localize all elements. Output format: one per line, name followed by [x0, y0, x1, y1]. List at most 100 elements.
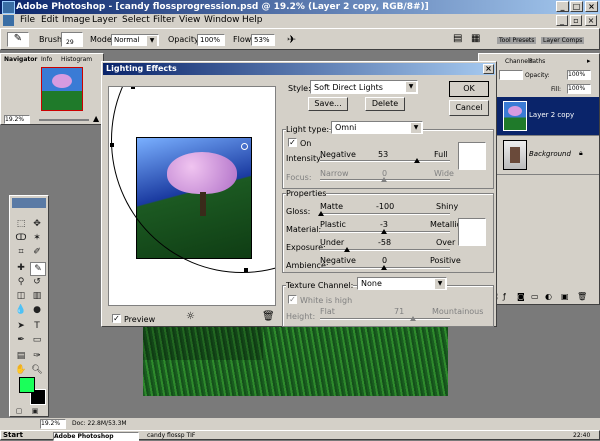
tab-navigator[interactable]: Navigator	[4, 56, 37, 63]
maximize-button[interactable]: □	[570, 1, 583, 12]
eyedropper-tool-icon[interactable]: ✑	[30, 350, 44, 362]
light-handle-left[interactable]	[110, 143, 114, 147]
layer-fill-input[interactable]: 100%	[567, 84, 591, 94]
texture-channel-select[interactable]: None ▼	[357, 277, 447, 290]
material-slider-thumb[interactable]	[381, 229, 387, 234]
taskbar-item-tif[interactable]: candy flossp TIF	[147, 432, 195, 439]
crop-tool-icon[interactable]: ⌗	[14, 246, 28, 258]
preview-area[interactable]	[108, 86, 276, 306]
start-button[interactable]: Start	[3, 431, 23, 439]
light-handle-bottom[interactable]	[244, 268, 248, 272]
doc-restore-button[interactable]: ▫	[570, 15, 582, 26]
light-handle-top[interactable]	[131, 87, 135, 89]
eraser-tool-icon[interactable]: ◫	[14, 290, 28, 302]
new-layer-icon[interactable]: ▣	[561, 292, 569, 301]
ambience-slider-thumb[interactable]	[381, 265, 387, 270]
intensity-track[interactable]	[320, 160, 450, 162]
close-button[interactable]: ×	[585, 1, 598, 12]
intensity-slider-thumb[interactable]	[414, 158, 420, 163]
layer-opacity-input[interactable]: 100%	[567, 70, 591, 80]
menu-image[interactable]: Image	[62, 15, 90, 25]
exposure-track[interactable]	[320, 249, 450, 251]
cancel-button[interactable]: Cancel	[449, 100, 489, 116]
height-slider-thumb[interactable]	[410, 316, 416, 321]
tab-paths[interactable]: Paths	[529, 58, 545, 65]
tab-tool-presets[interactable]: Tool Presets	[497, 37, 537, 44]
foreground-color-swatch[interactable]	[19, 377, 35, 393]
menu-view[interactable]: View	[179, 15, 200, 25]
menu-edit[interactable]: Edit	[41, 15, 58, 25]
type-tool-icon[interactable]: T	[30, 320, 44, 332]
minimize-button[interactable]: _	[556, 1, 569, 12]
menu-help[interactable]: Help	[242, 15, 263, 25]
dialog-close-button[interactable]: ×	[483, 64, 494, 74]
brush-preset-picker[interactable]: 29	[61, 32, 83, 47]
move-tool-icon[interactable]: ✥	[30, 218, 44, 230]
on-checkbox[interactable]: ✓	[288, 138, 297, 147]
menu-select[interactable]: Select	[122, 15, 150, 25]
airbrush-icon[interactable]: ✈	[287, 33, 296, 46]
zoom-value[interactable]: 19.2%	[4, 115, 30, 124]
doc-close-button[interactable]: ×	[585, 15, 597, 26]
light-color-swatch[interactable]	[458, 142, 486, 170]
menu-file[interactable]: File	[20, 15, 35, 25]
trash-icon[interactable]: 🗑︎	[262, 311, 275, 322]
clone-stamp-tool-icon[interactable]: ⚲	[14, 276, 28, 288]
healing-tool-icon[interactable]: ✚	[14, 262, 28, 274]
mask-icon[interactable]: ◙	[517, 292, 525, 301]
gloss-track[interactable]	[320, 213, 450, 215]
opacity-input[interactable]: 100%	[197, 34, 225, 46]
layer-row-layer-2-copy[interactable]: 👁︎ Layer 2 copy	[481, 97, 599, 136]
magic-wand-tool-icon[interactable]: ✶	[30, 232, 44, 244]
mode-select[interactable]: Normal ▼	[111, 34, 159, 46]
history-brush-tool-icon[interactable]: ↺	[30, 276, 44, 288]
blend-mode-select[interactable]	[499, 70, 523, 80]
layer-style-icon[interactable]: ƒ	[503, 292, 506, 301]
light-type-select[interactable]: Omni ▼	[331, 121, 423, 134]
hand-tool-icon[interactable]: ✋	[14, 364, 28, 376]
ok-button[interactable]: OK	[449, 81, 489, 97]
marquee-tool-icon[interactable]: ⬚	[14, 218, 28, 230]
set-icon[interactable]: ▭	[531, 292, 539, 301]
gloss-slider-thumb[interactable]	[318, 211, 324, 216]
save-button[interactable]: Save...	[308, 97, 348, 111]
navigator-thumbnail[interactable]	[41, 67, 83, 111]
file-browser-icon[interactable]: ▤	[453, 33, 462, 44]
light-bulb-icon[interactable]: ☼	[186, 311, 195, 322]
palette-well-icon[interactable]: ▦	[471, 33, 480, 44]
path-selection-tool-icon[interactable]: ➤	[14, 320, 28, 332]
adjustment-icon[interactable]: ◐	[545, 292, 552, 301]
lasso-tool-icon[interactable]: ↀ	[14, 232, 28, 244]
gradient-tool-icon[interactable]: ▥	[30, 290, 44, 302]
dodge-tool-icon[interactable]: ●	[30, 304, 44, 316]
shape-tool-icon[interactable]: ▭	[30, 334, 44, 346]
menu-window[interactable]: Window	[204, 15, 240, 25]
style-select[interactable]: Soft Direct Lights ▼	[310, 80, 418, 94]
screen-mode-icon[interactable]: ▣	[30, 407, 40, 415]
menu-layer[interactable]: Layer	[92, 15, 117, 25]
slice-tool-icon[interactable]: ✐	[30, 246, 44, 258]
notes-tool-icon[interactable]: ▤	[14, 350, 28, 362]
delete-button[interactable]: Delete	[365, 97, 405, 111]
focus-slider-thumb[interactable]	[381, 177, 387, 182]
trash-icon[interactable]: 🗑︎	[577, 292, 587, 301]
zoom-slider[interactable]	[39, 119, 89, 121]
pen-tool-icon[interactable]: ✒	[14, 334, 28, 346]
ps-menu-icon[interactable]	[3, 15, 14, 26]
panel-menu-icon[interactable]: ▸	[587, 57, 591, 65]
brush-tool-icon[interactable]: ✎	[7, 32, 29, 47]
white-high-checkbox[interactable]: ✓	[288, 295, 297, 304]
tab-layer-comps[interactable]: Layer Comps	[541, 37, 585, 44]
doc-minimize-button[interactable]: _	[556, 15, 568, 26]
zoom-tool-icon[interactable]: 🔍︎	[30, 364, 44, 376]
blur-tool-icon[interactable]: 💧	[14, 304, 28, 316]
preview-checkbox[interactable]: ✓	[112, 314, 121, 323]
layer-row-background[interactable]: 👁︎ Background 🔒︎	[481, 136, 599, 175]
tab-info[interactable]: Info	[41, 56, 52, 63]
zoom-in-icon[interactable]: ▲	[93, 114, 99, 123]
quick-mask-icon[interactable]: ▢	[14, 407, 24, 415]
material-color-swatch[interactable]	[458, 218, 486, 246]
flow-input[interactable]: 53%	[251, 34, 275, 46]
brush-tool-icon[interactable]: ✎	[30, 262, 46, 276]
menu-filter[interactable]: Filter	[153, 15, 175, 25]
